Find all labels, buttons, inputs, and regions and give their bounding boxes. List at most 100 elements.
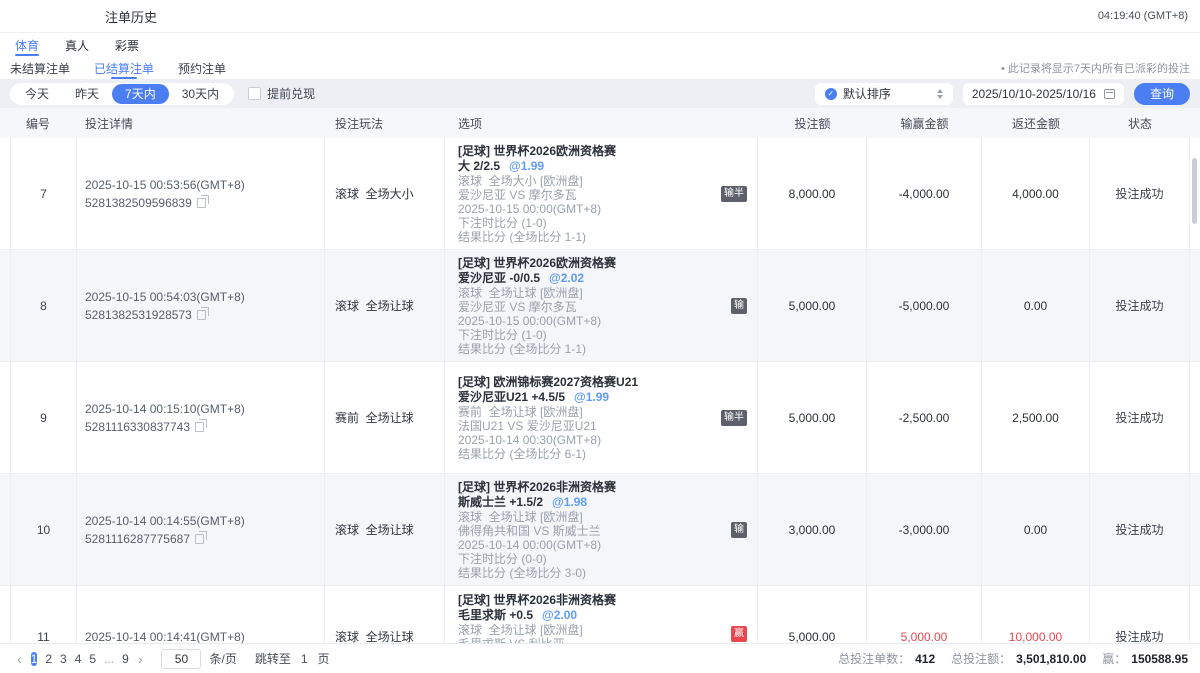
page-number[interactable]: 4 [75, 652, 82, 666]
page-number[interactable]: 2 [45, 652, 52, 666]
option-line: 爱沙尼亚 VS 摩尔多瓦 [458, 300, 577, 314]
option-line: 结果比分 (全场比分 3-0) [458, 566, 586, 580]
result-badge: 输 [731, 522, 747, 538]
option-odds: @2.02 [549, 271, 584, 285]
total-bets: 总投注单数： 412 [838, 650, 935, 667]
jump-label: 跳转至 [255, 650, 291, 667]
option-line: 2025-10-14 00:30(GMT+8) [458, 433, 601, 447]
result-badge: 输半 [721, 410, 747, 426]
bet-id: 5281382531928573 [85, 308, 206, 322]
tab-lottery[interactable]: 彩票 [115, 33, 139, 57]
col-options: 选项 [445, 115, 758, 132]
bet-play-type: 滚球 全场让球 [325, 250, 445, 361]
row-number: 11 [10, 586, 77, 643]
tab-live[interactable]: 真人 [65, 33, 89, 57]
subtab-unsettled[interactable]: 未结算注单 [10, 57, 70, 79]
bet-id: 5281382509596839 [85, 196, 206, 210]
bet-play-type: 滚球 全场大小 [325, 138, 445, 249]
page-number[interactable]: 3 [60, 652, 67, 666]
copy-icon[interactable] [197, 198, 206, 208]
bet-options: [足球] 世界杯2026非洲资格赛斯威士兰 +1.5/2@1.98滚球 全场让球… [445, 474, 758, 585]
bet-id: 5281116287775687 [85, 532, 204, 546]
option-line: 爱沙尼亚 VS 摩尔多瓦 [458, 188, 577, 202]
segment-7days[interactable]: 7天内 [112, 84, 169, 104]
page-number[interactable]: 9 [122, 652, 129, 666]
date-range-picker[interactable]: 2025/10/10-2025/10/16 [963, 83, 1124, 105]
sort-dropdown[interactable]: ✓ 默认排序 [815, 83, 953, 105]
option-odds: @1.98 [552, 495, 587, 509]
winloss-amount: -5,000.00 [867, 250, 982, 361]
option-line: 结果比分 (全场比分 1-1) [458, 230, 586, 244]
bet-amount: 5,000.00 [758, 250, 867, 361]
page-number[interactable]: 1 [31, 652, 38, 666]
option-line: 滚球 全场让球 [欧洲盘] [458, 623, 583, 637]
option-line: 2025-10-15 00:00(GMT+8) [458, 314, 601, 328]
option-line: 滚球 全场让球 [欧洲盘] [458, 286, 583, 300]
option-odds: @1.99 [574, 390, 609, 404]
row-number: 9 [10, 362, 77, 473]
filter-bar: 今天 昨天 7天内 30天内 提前兑现 ✓ 默认排序 2025/10/10-20… [0, 79, 1200, 108]
early-cashout-checkbox[interactable]: 提前兑现 [248, 85, 315, 102]
refund-amount: 2,500.00 [982, 362, 1090, 473]
copy-icon[interactable] [197, 310, 206, 320]
bet-amount: 8,000.00 [758, 138, 867, 249]
checkbox-icon[interactable] [248, 87, 261, 100]
option-line: 滚球 全场大小 [欧洲盘] [458, 174, 583, 188]
col-bet-amount: 投注额 [758, 115, 867, 132]
option-odds: @2.00 [542, 608, 577, 622]
col-refund-amount: 返还金额 [982, 115, 1090, 132]
bet-details: 2025-10-14 00:15:10(GMT+8)52811163308377… [77, 362, 325, 473]
next-page-icon[interactable]: › [133, 651, 148, 667]
option-odds: @1.99 [509, 159, 544, 173]
bet-options: [足球] 欧洲锦标赛2027资格赛U21爱沙尼亚U21 +4.5/5@1.99赛… [445, 362, 758, 473]
option-line: 结果比分 (全场比分 1-1) [458, 342, 586, 356]
option-league: [足球] 欧洲锦标赛2027资格赛U21 [458, 375, 638, 390]
total-win: 赢： 150588.95 [1102, 650, 1188, 667]
refund-amount: 4,000.00 [982, 138, 1090, 249]
option-line: 下注时比分 (0-0) [458, 552, 547, 566]
bet-details: 2025-10-14 00:14:55(GMT+8)52811162877756… [77, 474, 325, 585]
subtab-reserved[interactable]: 预约注单 [178, 57, 226, 79]
bet-details: 2025-10-15 00:54:03(GMT+8)52813825319285… [77, 250, 325, 361]
page-size-unit: 条/页 [209, 650, 236, 667]
bet-time: 2025-10-14 00:14:41(GMT+8) [85, 630, 245, 644]
footer-bar: ‹ 12345...9 › 条/页 跳转至 1 页 总投注单数： 412 总投注… [0, 643, 1200, 673]
prev-page-icon[interactable]: ‹ [12, 651, 27, 667]
refund-amount: 10,000.00 [982, 586, 1090, 643]
tab-sports[interactable]: 体育 [15, 33, 39, 57]
winloss-amount: -4,000.00 [867, 138, 982, 249]
vertical-scrollbar[interactable] [1192, 158, 1197, 224]
copy-icon[interactable] [195, 422, 204, 432]
col-winloss-amount: 输赢金额 [867, 115, 982, 132]
total-stake: 总投注额： 3,501,810.00 [951, 650, 1086, 667]
bet-time: 2025-10-15 00:53:56(GMT+8) [85, 178, 245, 192]
segment-today[interactable]: 今天 [12, 84, 62, 104]
search-button[interactable]: 查询 [1134, 83, 1190, 105]
winloss-amount: -3,000.00 [867, 474, 982, 585]
refund-amount: 0.00 [982, 250, 1090, 361]
right-controls: ✓ 默认排序 2025/10/10-2025/10/16 查询 [815, 83, 1190, 105]
copy-icon[interactable] [195, 534, 204, 544]
jump-page-value[interactable]: 1 [301, 652, 308, 666]
records-note: • 此记录将显示7天内所有已派彩的投注 [1001, 60, 1190, 76]
subtab-settled[interactable]: 已结算注单 [94, 57, 154, 79]
result-badge: 赢 [731, 626, 747, 642]
bet-id: 5281116330837743 [85, 420, 204, 434]
option-pick: 大 2/2.5@1.99 [458, 159, 544, 174]
col-number: 编号 [10, 115, 77, 132]
status-text: 投注成功 [1090, 362, 1190, 473]
table-row: 92025-10-14 00:15:10(GMT+8)5281116330837… [0, 362, 1200, 474]
table-row: 112025-10-14 00:14:41(GMT+8)滚球 全场让球[足球] … [0, 586, 1200, 643]
page-size-input[interactable] [161, 649, 201, 669]
option-league: [足球] 世界杯2026非洲资格赛 [458, 480, 616, 495]
page-title: 注单历史 [105, 7, 157, 26]
bet-details: 2025-10-15 00:53:56(GMT+8) 52813825095968… [77, 138, 325, 249]
option-line: 佛得角共和国 VS 斯威士兰 [458, 524, 601, 538]
main-tabs: 体育 真人 彩票 [0, 33, 1200, 57]
row-number: 7 [10, 138, 77, 249]
page-number[interactable]: 5 [89, 652, 96, 666]
segment-yesterday[interactable]: 昨天 [62, 84, 112, 104]
calendar-icon [1104, 89, 1115, 99]
page-ellipsis: ... [104, 652, 114, 666]
segment-30days[interactable]: 30天内 [169, 84, 232, 104]
